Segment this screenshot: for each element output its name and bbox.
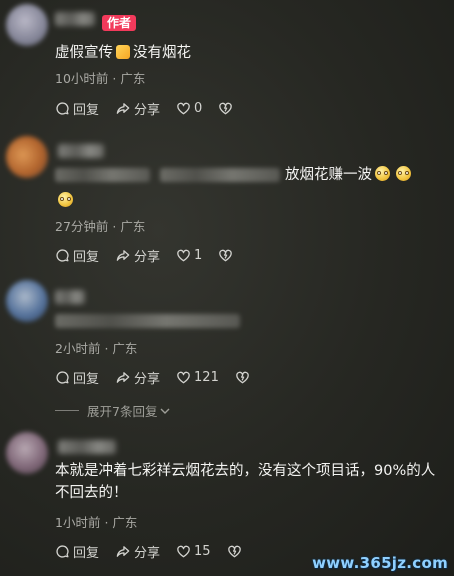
comment-location: 广东 — [112, 341, 138, 356]
comment-actions: 回复 分享 15 — [55, 542, 261, 561]
reply-label: 回复 — [73, 546, 100, 561]
expand-replies-label: 展开7条回复 — [87, 404, 158, 419]
like-count: 1 — [194, 248, 203, 263]
reply-button[interactable]: 回复 — [55, 246, 99, 265]
comment-meta: 1小时前 · 广东 — [55, 512, 137, 531]
like-button[interactable]: 15 — [176, 544, 211, 559]
author-badge: 作者 — [102, 15, 137, 31]
reply-label: 回复 — [73, 103, 100, 118]
like-button[interactable]: 121 — [176, 370, 219, 385]
dislike-button[interactable] — [235, 370, 253, 385]
share-button[interactable]: 分享 — [115, 99, 160, 118]
comment-time: 2小时前 — [55, 341, 101, 356]
like-icon — [176, 370, 191, 385]
reply-button[interactable]: 回复 — [55, 368, 99, 387]
share-button[interactable]: 分享 — [115, 368, 160, 387]
meta-separator: · — [112, 71, 117, 86]
comment-time: 27分钟前 — [55, 219, 109, 234]
smile-emoji — [375, 166, 390, 181]
like-count: 0 — [194, 101, 203, 116]
comment-location: 广东 — [112, 515, 138, 530]
meta-separator: · — [104, 515, 109, 530]
comment-location: 广东 — [120, 219, 146, 234]
thumbs-up-emoji — [116, 45, 130, 59]
like-icon — [176, 248, 191, 263]
share-icon — [115, 370, 131, 385]
dislike-button[interactable] — [218, 248, 236, 263]
comment-actions: 回复 分享 121 — [55, 368, 269, 387]
reply-button[interactable]: 回复 — [55, 99, 99, 118]
username[interactable] — [58, 440, 116, 454]
watermark: www.365jz.com — [312, 554, 448, 572]
like-icon — [176, 101, 191, 116]
avatar[interactable] — [6, 432, 48, 474]
comment-location: 广东 — [120, 71, 146, 86]
share-icon — [115, 248, 131, 263]
dislike-button[interactable] — [227, 544, 245, 559]
like-count: 121 — [194, 370, 219, 385]
share-label: 分享 — [134, 250, 161, 265]
dislike-icon — [235, 370, 250, 385]
like-button[interactable]: 1 — [176, 248, 202, 263]
like-count: 15 — [194, 544, 211, 559]
comment-text: 本就是冲着七彩祥云烟花去的，没有这个项目话，90%的人不回去的！ — [55, 460, 436, 504]
share-button[interactable]: 分享 — [115, 542, 160, 561]
reply-icon — [55, 544, 70, 559]
like-button[interactable]: 0 — [176, 101, 202, 116]
comment-text-line — [58, 190, 436, 212]
meta-separator: · — [112, 219, 117, 234]
username[interactable] — [55, 12, 95, 26]
comment-text-part: 放烟花赚一波 — [285, 167, 372, 183]
comment-actions: 回复 分享 1 — [55, 246, 252, 265]
reply-label: 回复 — [73, 372, 100, 387]
smile-emoji — [396, 166, 411, 181]
expand-replies-button[interactable]: 展开7条回复 — [55, 401, 171, 420]
comment-meta: 10小时前 · 广东 — [55, 68, 145, 87]
share-icon — [115, 544, 131, 559]
comment-time: 10小时前 — [55, 71, 109, 86]
comment-text-part: 虚假宣传 — [55, 45, 113, 61]
dislike-icon — [218, 248, 233, 263]
comment-meta: 2小时前 · 广东 — [55, 338, 137, 357]
share-label: 分享 — [134, 546, 161, 561]
reply-label: 回复 — [73, 250, 100, 265]
dislike-icon — [218, 101, 233, 116]
avatar[interactable] — [6, 136, 48, 178]
blurred-text — [160, 168, 280, 182]
divider — [55, 410, 79, 411]
like-icon — [176, 544, 191, 559]
blurred-text — [55, 168, 150, 182]
comment-meta: 27分钟前 · 广东 — [55, 216, 145, 235]
share-label: 分享 — [134, 372, 161, 387]
share-icon — [115, 101, 131, 116]
comment-actions: 回复 分享 0 — [55, 99, 252, 118]
comment-text-part: 没有烟花 — [133, 45, 191, 61]
avatar[interactable] — [6, 4, 48, 46]
username[interactable] — [58, 144, 104, 158]
username[interactable] — [55, 290, 85, 304]
comment-text: 放烟花赚一波 — [285, 164, 436, 186]
share-button[interactable]: 分享 — [115, 246, 160, 265]
comment-time: 1小时前 — [55, 515, 101, 530]
reply-button[interactable]: 回复 — [55, 542, 99, 561]
comment-text-body: 本就是冲着七彩祥云烟花去的，没有这个项目话，90%的人不回去的！ — [55, 463, 436, 501]
dislike-icon — [227, 544, 242, 559]
comment-text: 虚假宣传 没有烟花 — [55, 42, 436, 64]
share-label: 分享 — [134, 103, 161, 118]
blurred-text — [55, 314, 240, 328]
dislike-button[interactable] — [218, 101, 236, 116]
reply-icon — [55, 101, 70, 116]
avatar[interactable] — [6, 280, 48, 322]
smile-emoji — [58, 192, 73, 207]
meta-separator: · — [104, 341, 109, 356]
reply-icon — [55, 370, 70, 385]
chevron-down-icon — [160, 408, 170, 414]
reply-icon — [55, 248, 70, 263]
comment-item: 作者 虚假宣传 没有烟花 10小时前 · 广东 回复 分享 0 — [0, 0, 454, 130]
comment-item: 2小时前 · 广东 回复 分享 121 展开7条回复 — [0, 278, 454, 420]
comment-item: 放烟花赚一波 27分钟前 · 广东 回复 分享 1 — [0, 130, 454, 270]
